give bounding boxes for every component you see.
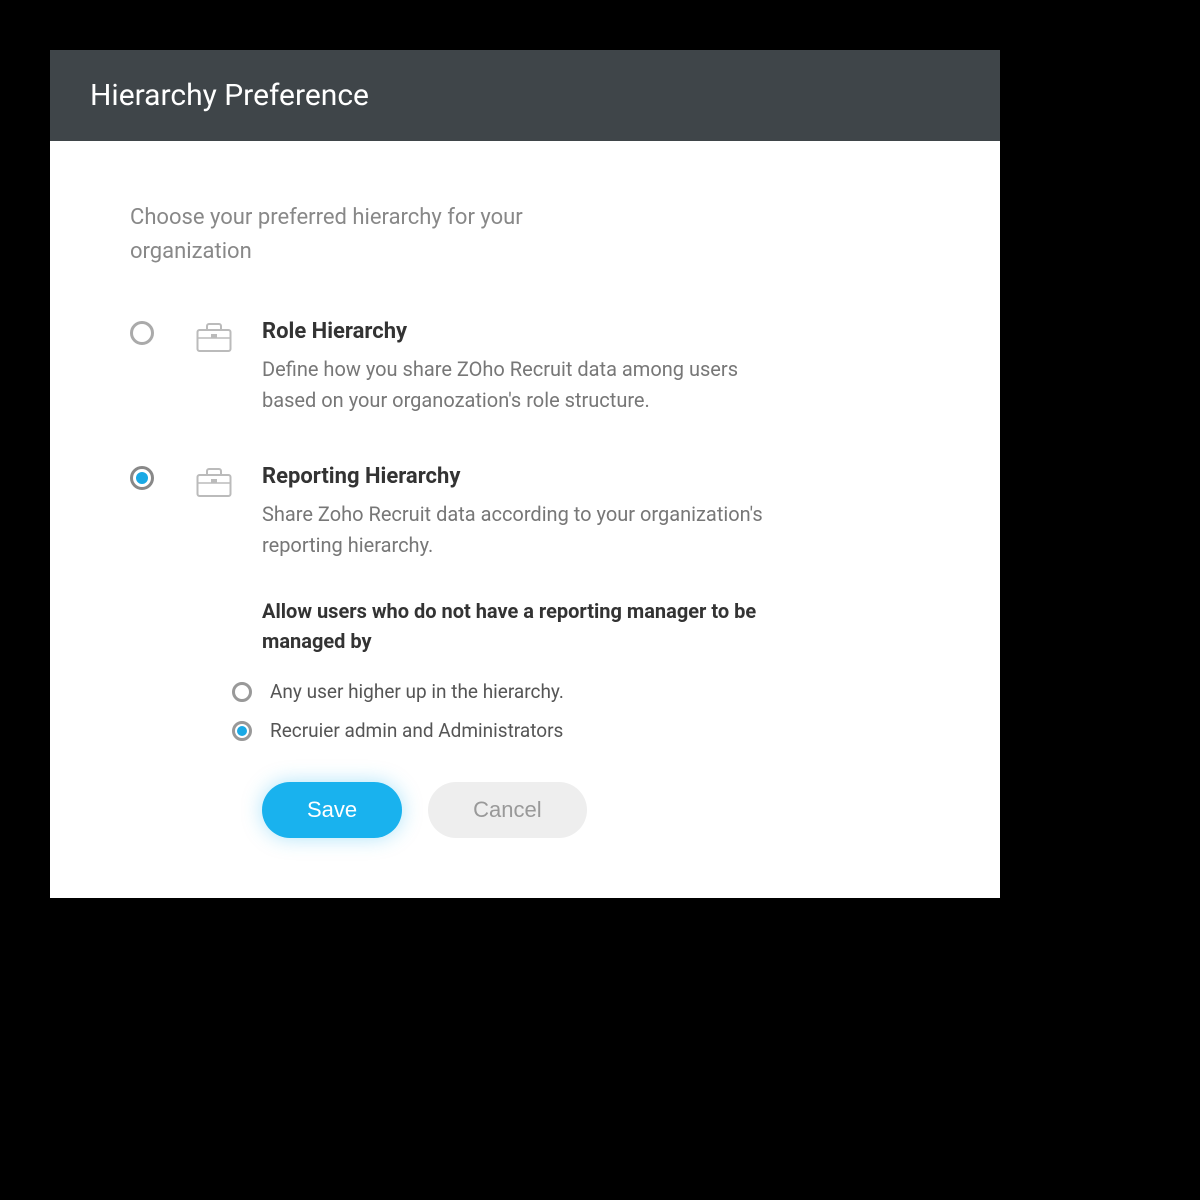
radio-recruiter-admin[interactable] <box>232 721 252 741</box>
modal-body: Choose your preferred hierarchy for your… <box>50 141 1000 898</box>
cancel-button[interactable]: Cancel <box>428 782 586 838</box>
option-role-hierarchy[interactable]: Role Hierarchy Define how you share ZOho… <box>130 319 920 416</box>
option-reporting-hierarchy[interactable]: Reporting Hierarchy Share Zoho Recruit d… <box>130 464 920 838</box>
briefcase-icon <box>194 464 234 498</box>
radio-dot-icon <box>237 726 247 736</box>
save-button[interactable]: Save <box>262 782 402 838</box>
option-title: Role Hierarchy <box>262 319 920 344</box>
option-description: Define how you share ZOho Recruit data a… <box>262 354 782 416</box>
radio-reporting-hierarchy[interactable] <box>130 466 154 490</box>
option-description: Share Zoho Recruit data according to you… <box>262 499 782 561</box>
sub-heading: Allow users who do not have a reporting … <box>262 596 782 656</box>
sub-options: Any user higher up in the hierarchy. Rec… <box>232 680 920 742</box>
radio-role-hierarchy[interactable] <box>130 321 154 345</box>
radio-any-user[interactable] <box>232 682 252 702</box>
option-content: Reporting Hierarchy Share Zoho Recruit d… <box>262 464 920 838</box>
sub-option-recruiter-admin[interactable]: Recruier admin and Administrators <box>232 719 920 742</box>
option-content: Role Hierarchy Define how you share ZOho… <box>262 319 920 416</box>
hierarchy-preference-modal: Hierarchy Preference Choose your preferr… <box>50 50 1000 898</box>
intro-text: Choose your preferred hierarchy for your… <box>130 201 630 269</box>
briefcase-icon <box>194 319 234 353</box>
option-title: Reporting Hierarchy <box>262 464 920 489</box>
sub-option-label: Any user higher up in the hierarchy. <box>270 680 564 703</box>
sub-option-any-user[interactable]: Any user higher up in the hierarchy. <box>232 680 920 703</box>
radio-dot-icon <box>136 472 148 484</box>
modal-title: Hierarchy Preference <box>90 78 960 113</box>
button-row: Save Cancel <box>262 782 920 838</box>
sub-option-label: Recruier admin and Administrators <box>270 719 563 742</box>
modal-header: Hierarchy Preference <box>50 50 1000 141</box>
